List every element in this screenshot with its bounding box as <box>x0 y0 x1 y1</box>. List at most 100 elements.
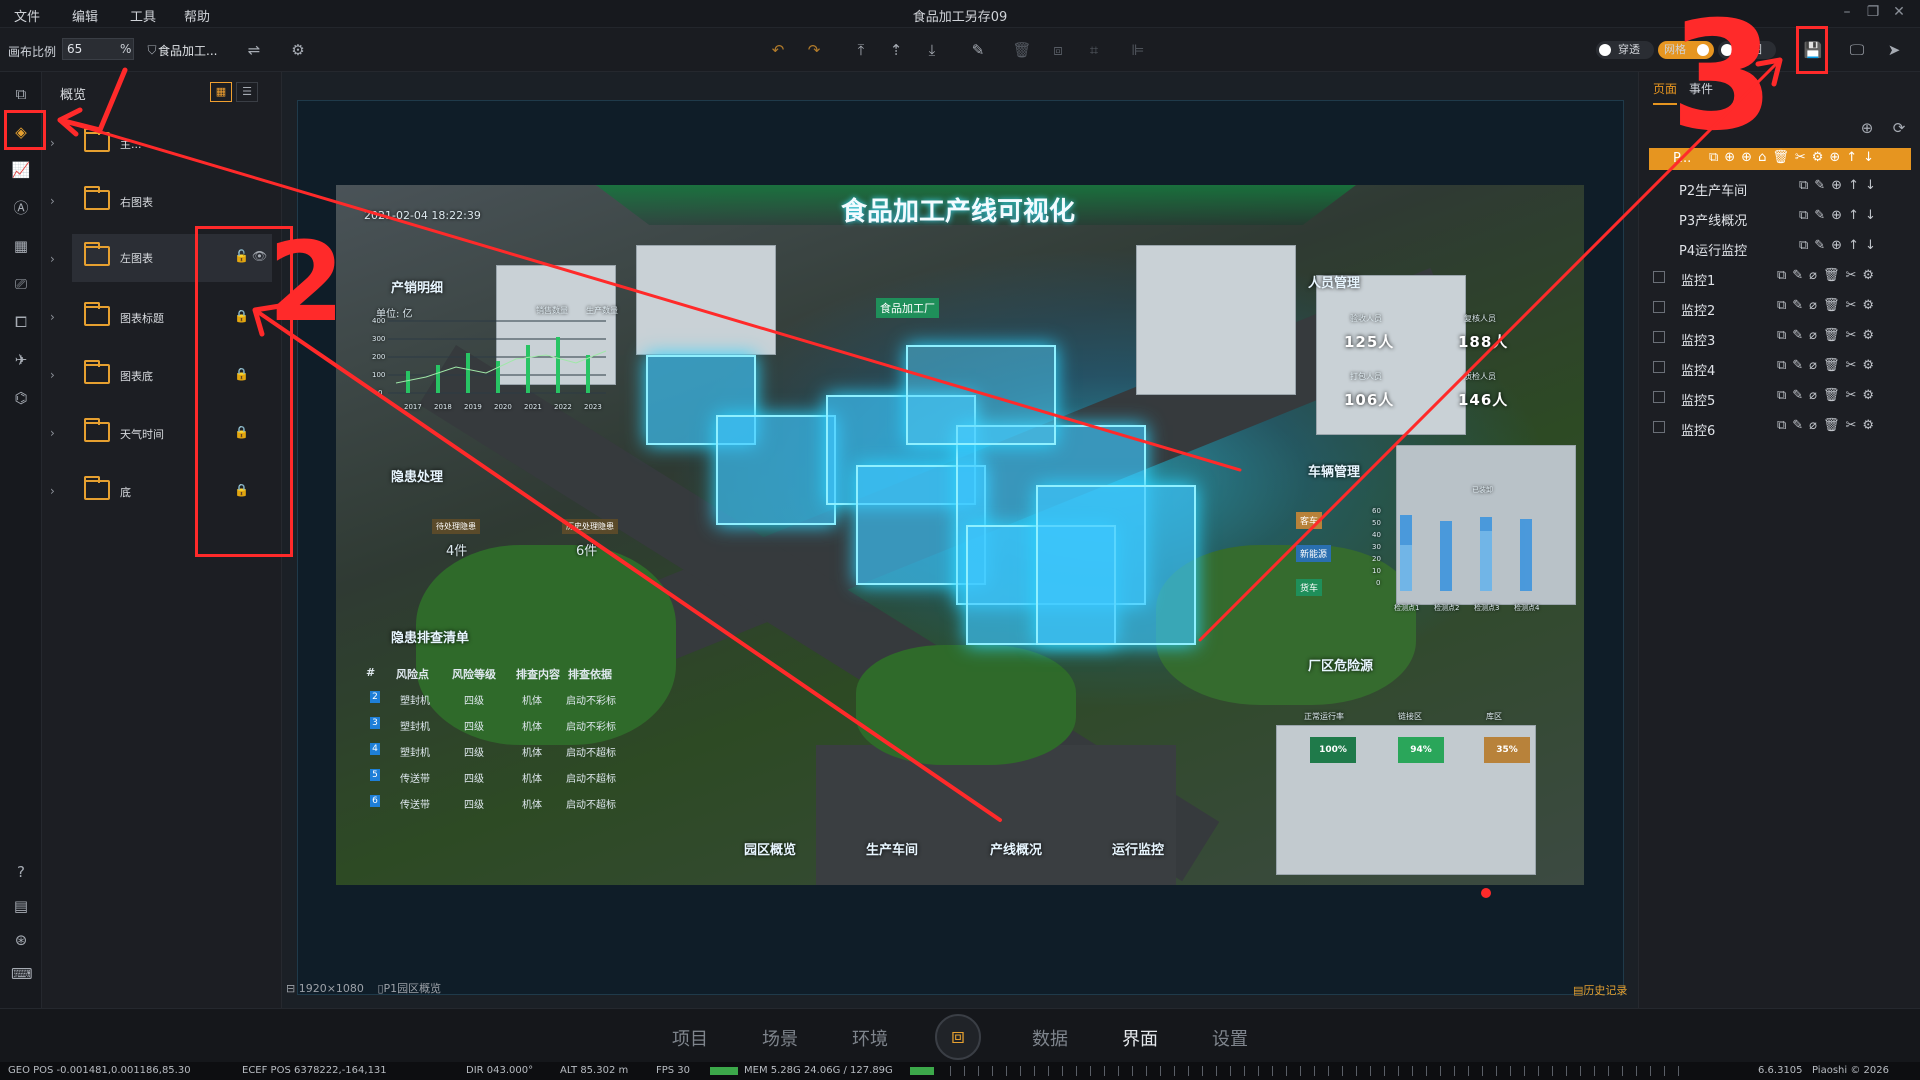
scene-nav-item[interactable]: 产线概况 <box>990 839 1042 858</box>
current-page: P1园区概览 <box>383 982 442 995</box>
monitor-name: 监控6 <box>1681 424 1716 439</box>
page-row[interactable]: P3产线概况 ⧉✎⊕↑↓ <box>1639 202 1920 232</box>
annotation-box <box>1796 26 1828 74</box>
chevron-right-icon[interactable]: › <box>50 136 55 150</box>
chart-icon[interactable]: 📈 <box>11 160 31 180</box>
brush-icon[interactable]: ✎ <box>968 40 988 60</box>
chevron-right-icon[interactable]: › <box>50 426 55 440</box>
nav-interface[interactable]: 界面 <box>1122 1025 1158 1051</box>
altitude: ALT 85.302 m <box>560 1065 629 1076</box>
scene-preview[interactable]: 食品加工产线可视化 2021-02-04 18:22:39 食品加工厂 产销明细… <box>336 185 1584 885</box>
doc-icon[interactable]: ▤ <box>11 896 31 916</box>
media-icon[interactable]: ⎚ <box>11 274 31 294</box>
page-row[interactable]: P4运行监控 ⧉✎⊕↑↓ <box>1639 232 1920 262</box>
minimize-icon[interactable]: – <box>1836 4 1858 22</box>
keyboard-icon[interactable]: ⌨ <box>11 964 33 984</box>
history-link[interactable]: ▤历史记录 <box>1573 982 1627 998</box>
model-icon[interactable]: ⌬ <box>11 388 31 408</box>
adjust-icon[interactable]: ⇌ <box>244 40 264 60</box>
monitor-row[interactable]: 监控5 ⧉✎⌀🗑✂⚙ <box>1639 382 1920 412</box>
page-actions-icons[interactable]: ⧉✎⊕↑↓ <box>1799 208 1882 223</box>
undo-icon[interactable]: ↶ <box>768 40 788 60</box>
close-icon[interactable]: ✕ <box>1888 4 1910 22</box>
monitor-actions-icons[interactable]: ⧉✎⌀🗑✂⚙ <box>1777 358 1880 373</box>
copyright: Piaoshi © 2026 <box>1812 1065 1889 1076</box>
scene-nav-item[interactable]: 运行监控 <box>1112 839 1164 858</box>
monitor-actions-icons[interactable]: ⧉✎⌀🗑✂⚙ <box>1777 298 1880 313</box>
bring-top-icon[interactable]: ⇡ <box>886 40 906 60</box>
nav-project[interactable]: 项目 <box>672 1025 708 1051</box>
table-row[interactable]: 3 塑封机 四级 机体 启动不彩标 <box>366 713 636 735</box>
table-icon[interactable]: ▦ <box>11 236 31 256</box>
monitor-row[interactable]: 监控1 ⧉✎⌀🗑✂⚙ <box>1639 262 1920 292</box>
publish-icon[interactable]: ➤ <box>1884 40 1904 60</box>
text-icon[interactable]: Ⓐ <box>11 198 31 218</box>
components-icon[interactable]: ⧉ <box>11 84 31 104</box>
monitor-row[interactable]: 监控4 ⧉✎⌀🗑✂⚙ <box>1639 352 1920 382</box>
monitor-actions-icons[interactable]: ⧉✎⌀🗑✂⚙ <box>1777 388 1880 403</box>
timeline-ruler[interactable] <box>950 1066 1690 1076</box>
cell: 启动不彩标 <box>566 696 616 707</box>
nav-environment[interactable]: 环境 <box>852 1025 888 1051</box>
group-icon[interactable]: ⧈ <box>1048 40 1068 60</box>
layer-row[interactable]: › 右图表 <box>42 178 282 226</box>
globe-icon[interactable]: ⊛ <box>11 930 31 950</box>
history-label: 历史记录 <box>1583 984 1628 997</box>
upload-icon[interactable]: ⤒ <box>851 40 871 60</box>
menu-tools[interactable]: 工具 <box>130 6 156 25</box>
nav-settings[interactable]: 设置 <box>1212 1025 1248 1051</box>
geo-pos: GEO POS -0.001481,0.001186,85.30 <box>8 1065 191 1076</box>
chevron-right-icon[interactable]: › <box>50 194 55 208</box>
monitor-row[interactable]: 监控6 ⧉✎⌀🗑✂⚙ <box>1639 412 1920 442</box>
monitor-actions-icons[interactable]: ⧉✎⌀🗑✂⚙ <box>1777 268 1880 283</box>
staff-label: 质检人员 <box>1464 372 1496 381</box>
menu-file[interactable]: 文件 <box>14 6 40 25</box>
page-row[interactable]: P2生产车间 ⧉✎⊕↑↓ <box>1639 172 1920 202</box>
penetrate-toggle[interactable]: 穿透 <box>1596 41 1654 59</box>
menu-help[interactable]: 帮助 <box>184 6 210 25</box>
refresh-icon[interactable]: ⟳ <box>1889 118 1909 138</box>
monitor-row[interactable]: 监控2 ⧉✎⌀🗑✂⚙ <box>1639 292 1920 322</box>
table-row[interactable]: 5 传送带 四级 机体 启动不超标 <box>366 765 636 787</box>
ungroup-icon[interactable]: ⌗ <box>1084 40 1104 60</box>
nav-scene[interactable]: 场景 <box>762 1025 798 1051</box>
grid-view-icon[interactable]: ▦ <box>210 82 232 102</box>
scene-nav-item[interactable]: 生产车间 <box>866 839 918 858</box>
redo-icon[interactable]: ↷ <box>804 40 824 60</box>
align-icon[interactable]: ⊫ <box>1128 40 1148 60</box>
layer-name: 底 <box>120 486 131 499</box>
chevron-right-icon[interactable]: › <box>50 368 55 382</box>
download-icon[interactable]: ⤓ <box>922 40 942 60</box>
settings-icon[interactable]: ⚙ <box>288 40 308 60</box>
monitor-row[interactable]: 监控3 ⧉✎⌀🗑✂⚙ <box>1639 322 1920 352</box>
page-actions-icons[interactable]: ⧉✎⊕↑↓ <box>1799 238 1882 253</box>
page-actions-icons[interactable]: ⧉✎⊕↑↓ <box>1799 178 1882 193</box>
cell: 启动不超标 <box>566 774 616 785</box>
list-view-icon[interactable]: ☰ <box>236 82 258 102</box>
scene-nav-item[interactable]: 园区概览 <box>744 839 796 858</box>
preview-icon[interactable]: 🖵 <box>1847 40 1867 60</box>
project-name[interactable]: 食品加工... <box>158 42 217 59</box>
popup-icon <box>1653 301 1665 313</box>
chevron-right-icon[interactable]: › <box>50 252 55 266</box>
nav-data[interactable]: 数据 <box>1032 1025 1068 1051</box>
table-row[interactable]: 4 塑封机 四级 机体 启动不超标 <box>366 739 636 761</box>
monitor-actions-icons[interactable]: ⧉✎⌀🗑✂⚙ <box>1777 418 1880 433</box>
prod-xtick: 2017 <box>404 403 422 411</box>
monitor-actions-icons[interactable]: ⧉✎⌀🗑✂⚙ <box>1777 328 1880 343</box>
menu-edit[interactable]: 编辑 <box>72 6 98 25</box>
delete-icon[interactable]: 🗑 <box>1012 40 1032 60</box>
chevron-right-icon[interactable]: › <box>50 484 55 498</box>
layer-row[interactable]: › 主... <box>42 120 282 168</box>
widgets-icon[interactable]: ⧠ <box>11 312 31 332</box>
cell: 四级 <box>464 800 484 811</box>
plane-icon[interactable]: ✈ <box>11 350 31 370</box>
table-row[interactable]: 2 塑封机 四级 机体 启动不彩标 <box>366 687 636 709</box>
nav-home-button[interactable]: ⧈ <box>935 1014 981 1060</box>
restore-icon[interactable]: ❐ <box>1862 4 1884 22</box>
help-icon[interactable]: ? <box>11 862 31 882</box>
col-header: 排查内容 <box>516 668 560 681</box>
add-page-icon[interactable]: ⊕ <box>1857 118 1877 138</box>
chevron-right-icon[interactable]: › <box>50 310 55 324</box>
table-row[interactable]: 6 传送带 四级 机体 启动不超标 <box>366 791 636 813</box>
